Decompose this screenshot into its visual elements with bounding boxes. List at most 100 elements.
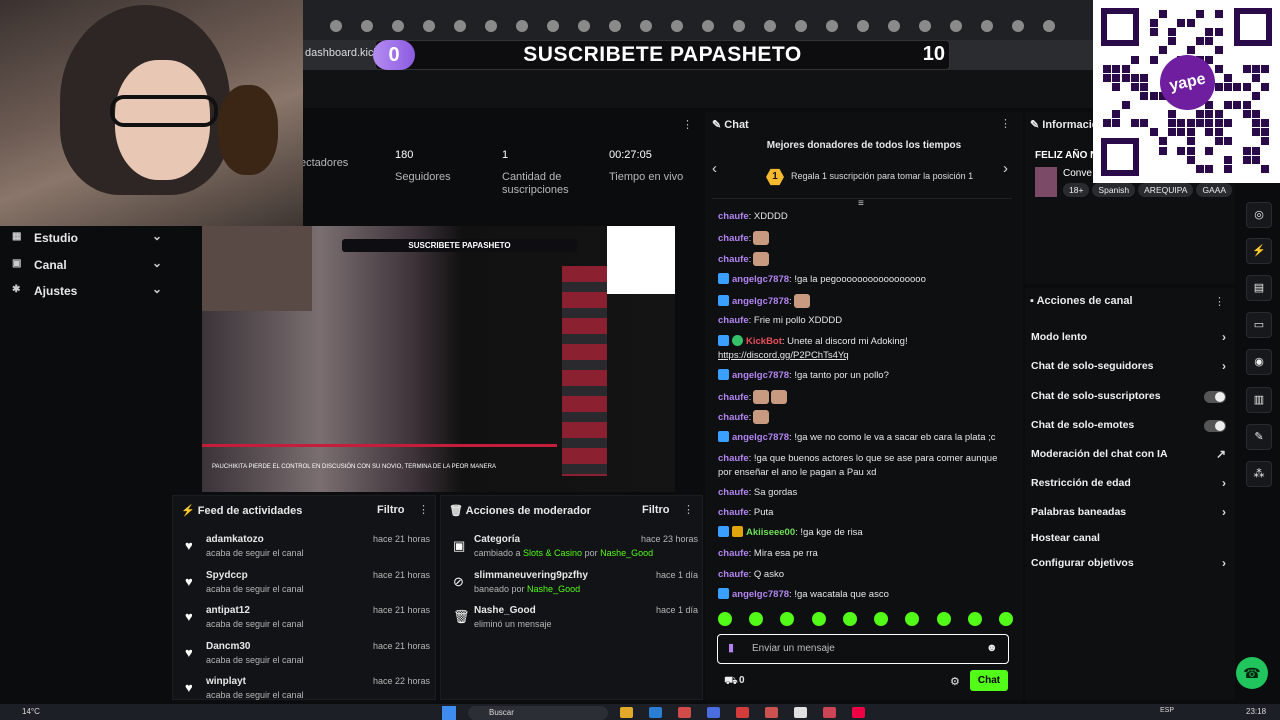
browser-tab-icon[interactable] <box>423 20 435 32</box>
channel-action-item[interactable]: Hostear canal <box>1031 532 1226 548</box>
sidebar-item-canal[interactable]: ▣ Canal ⌄ <box>12 256 162 276</box>
browser-tab-icon[interactable] <box>981 20 993 32</box>
gift-icon[interactable]: ⛟ <box>724 675 738 689</box>
browser-tab-icon[interactable] <box>733 20 745 32</box>
pinned-toggle-icon[interactable]: ≡ <box>858 198 864 209</box>
chat-username[interactable]: chaufe <box>718 487 749 498</box>
browser-tab-icon[interactable] <box>454 20 466 32</box>
stream-tag[interactable]: 18+ <box>1063 183 1090 197</box>
mod-item-name[interactable]: slimmaneuvering9pzfhy <box>474 570 588 581</box>
browser-tab-icon[interactable] <box>516 20 528 32</box>
channel-action-item[interactable]: Modo lento › <box>1031 330 1226 347</box>
feed-item-name[interactable]: winplayt <box>206 676 246 687</box>
mod-filter-button[interactable]: Filtro <box>642 504 670 516</box>
chat-username[interactable]: chaufe <box>718 233 749 244</box>
mod-menu-icon[interactable]: ⋮ <box>683 503 694 516</box>
channel-actions-menu-icon[interactable]: ⋮ <box>1214 295 1225 308</box>
player-seek-bar[interactable] <box>202 444 557 447</box>
browser-tab-icon[interactable] <box>640 20 652 32</box>
browser-tab-icon[interactable] <box>1012 20 1024 32</box>
mod-item-name[interactable]: Nashe_Good <box>474 605 536 616</box>
chat-username[interactable]: chaufe <box>718 507 749 518</box>
broadcast-icon[interactable]: ◉ <box>1246 349 1272 375</box>
chat-username[interactable]: angelgc7878 <box>732 589 789 600</box>
chat-username[interactable]: angelgc7878 <box>732 432 789 443</box>
chat-username[interactable]: KickBot <box>746 336 782 347</box>
emote-button[interactable] <box>998 612 1013 626</box>
taskbar-app-icon[interactable] <box>678 707 691 718</box>
send-chat-button[interactable]: Chat <box>970 670 1008 691</box>
channel-action-item[interactable]: Palabras baneadas › <box>1031 505 1226 522</box>
browser-tab-icon[interactable] <box>795 20 807 32</box>
channel-action-item[interactable]: Chat de solo-emotes <box>1031 419 1226 435</box>
feed-item-name[interactable]: Dancm30 <box>206 641 250 652</box>
chat-username[interactable]: chaufe <box>718 453 749 464</box>
browser-tab-icon[interactable] <box>702 20 714 32</box>
browser-tab-icon[interactable] <box>919 20 931 32</box>
chat-username[interactable]: chaufe <box>718 254 749 265</box>
wrench-icon[interactable]: ✎ <box>1246 424 1272 450</box>
chat-username[interactable]: angelgc7878 <box>732 296 789 307</box>
taskbar-app-icon[interactable] <box>736 707 749 718</box>
chat-username[interactable]: chaufe <box>718 412 749 423</box>
mod-item-highlight[interactable]: Slots & Casino <box>523 548 582 558</box>
stream-tag[interactable]: GAAA <box>1196 183 1233 197</box>
clock[interactable]: 23:18 <box>1246 707 1266 716</box>
channel-action-item[interactable]: Chat de solo-seguidores › <box>1031 359 1226 376</box>
sidebar-item-estudio[interactable]: ▦ Estudio ⌄ <box>12 229 162 249</box>
lightning-icon[interactable]: ⚡ <box>1246 238 1272 264</box>
feed-item-name[interactable]: adamkatozo <box>206 534 264 545</box>
feed-filter-button[interactable]: Filtro <box>377 504 405 516</box>
stream-preview-player[interactable]: SUSCRIBETE PAPASHETO PAUCHIKITA PIERDE E… <box>202 226 675 492</box>
layout-icon[interactable]: ▥ <box>1246 387 1272 413</box>
chat-username[interactable]: chaufe <box>718 569 749 580</box>
taskbar-app-icon[interactable] <box>823 707 836 718</box>
taskbar-app-icon[interactable] <box>765 707 778 718</box>
feed-menu-icon[interactable]: ⋮ <box>418 503 429 516</box>
taskbar-app-icon[interactable] <box>707 707 720 718</box>
emote-button[interactable] <box>936 612 951 626</box>
channel-action-item[interactable]: Chat de solo-suscriptores <box>1031 390 1226 406</box>
chat-settings-icon[interactable]: ⚙ <box>950 675 960 688</box>
emote-button[interactable] <box>780 612 795 626</box>
browser-tab-icon[interactable] <box>857 20 869 32</box>
mod-item-name[interactable]: Categoría <box>474 534 520 545</box>
taskbar-app-icon[interactable] <box>649 707 662 718</box>
emoji-icon[interactable]: ☻ <box>986 642 998 654</box>
mod-item-user[interactable]: Nashe_Good <box>527 584 580 594</box>
mic-icon[interactable]: ▮ <box>728 641 734 654</box>
toggle-switch[interactable] <box>1204 420 1226 432</box>
browser-tab-icon[interactable] <box>330 20 342 32</box>
language-indicator[interactable]: ESP <box>1160 707 1174 714</box>
emote-button[interactable] <box>874 612 889 626</box>
emote-button[interactable] <box>967 612 982 626</box>
feed-item-name[interactable]: antipat12 <box>206 605 250 616</box>
emote-button[interactable] <box>718 612 732 626</box>
taskbar-app-icon[interactable] <box>852 707 865 718</box>
chevron-right-icon[interactable]: › <box>1003 160 1008 177</box>
taskbar-app-icon[interactable] <box>620 707 633 718</box>
browser-tab-icon[interactable] <box>361 20 373 32</box>
weather-widget[interactable]: 14°C <box>22 707 40 716</box>
chevron-left-icon[interactable]: ‹ <box>712 160 717 177</box>
sidebar-item-ajustes[interactable]: ✱ Ajustes ⌄ <box>12 282 162 302</box>
emote-button[interactable] <box>842 612 857 626</box>
windows-start-icon[interactable] <box>442 706 456 720</box>
browser-tab-icon[interactable] <box>485 20 497 32</box>
taskbar-app-icon[interactable] <box>794 707 807 718</box>
browser-tab-icon[interactable] <box>578 20 590 32</box>
emote-button[interactable] <box>749 612 764 626</box>
stream-tool-icon[interactable]: ◎ <box>1246 202 1272 228</box>
browser-tab-icon[interactable] <box>392 20 404 32</box>
toggle-switch[interactable] <box>1204 391 1226 403</box>
mod-item-user[interactable]: Nashe_Good <box>600 548 653 558</box>
browser-tab-icon[interactable] <box>547 20 559 32</box>
stream-tag[interactable]: AREQUIPA <box>1138 183 1194 197</box>
browser-tab-icon[interactable] <box>826 20 838 32</box>
chat-username[interactable]: chaufe <box>718 315 749 326</box>
emote-button[interactable] <box>811 612 826 626</box>
browser-tab-icon[interactable] <box>888 20 900 32</box>
browser-tab-icon[interactable] <box>609 20 621 32</box>
browser-tab-icon[interactable] <box>764 20 776 32</box>
apps-icon[interactable]: ⁂ <box>1246 461 1272 487</box>
